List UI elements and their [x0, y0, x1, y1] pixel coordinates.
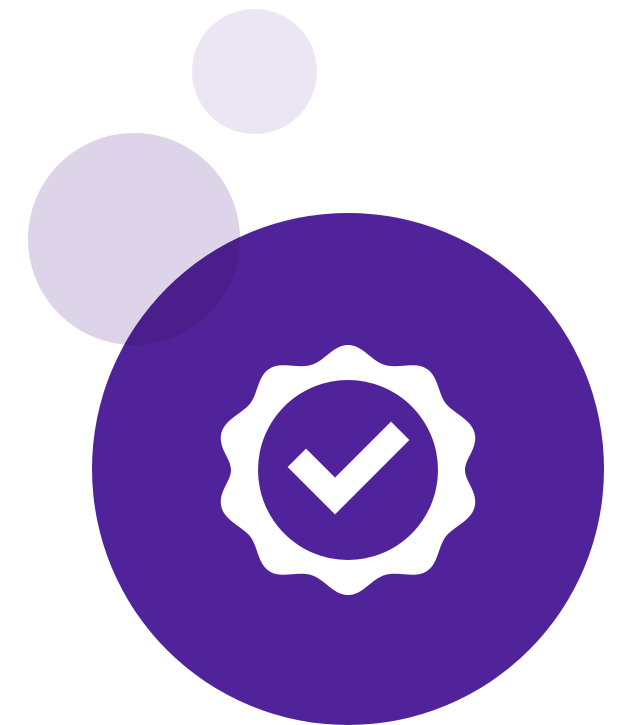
verified-badge-icon: [220, 345, 476, 595]
decorative-bubble-small: [192, 9, 317, 134]
illustration-canvas: [0, 0, 624, 725]
